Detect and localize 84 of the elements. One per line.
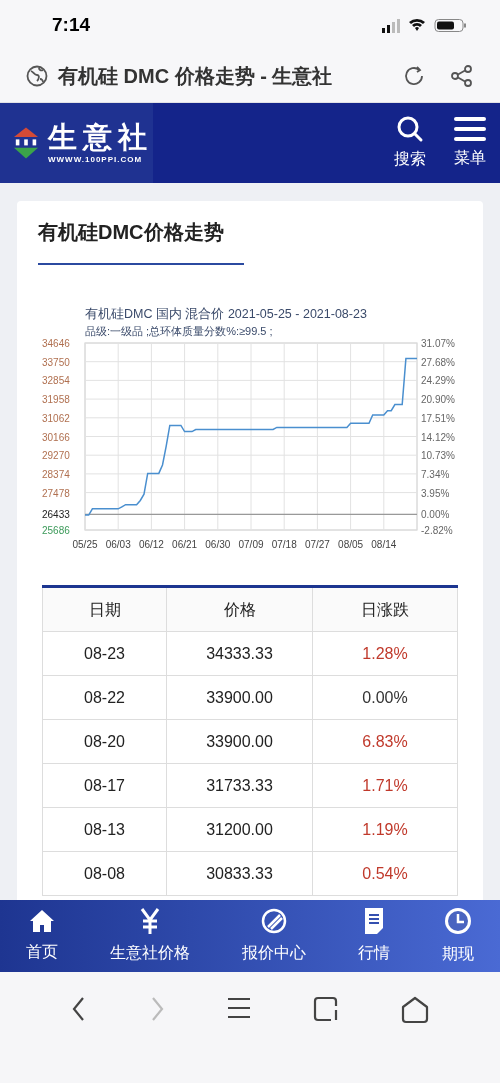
y-axis-label: 33750 — [42, 356, 70, 368]
y-axis-label: 31062 — [42, 412, 70, 424]
date-cell: 08-23 — [43, 632, 167, 676]
percent-axis-label: 20.90% — [421, 394, 455, 406]
yen-icon — [139, 907, 161, 935]
price-cell: 33900.00 — [167, 720, 313, 764]
x-axis-label: 06/30 — [205, 539, 231, 550]
signal-icon — [382, 17, 400, 33]
y-axis-label: 34646 — [42, 338, 70, 349]
percent-axis-label: 0.00% — [421, 509, 450, 521]
globe-icon — [26, 65, 48, 87]
y-axis-label: 30166 — [42, 431, 70, 443]
percent-axis-label: 10.73% — [421, 450, 455, 462]
date-cell: 08-22 — [43, 676, 167, 720]
percent-axis-label: 31.07% — [421, 338, 455, 349]
column-header: 日涨跌 — [313, 588, 458, 632]
tabs-icon[interactable] — [313, 996, 339, 1022]
y-axis-label: 27478 — [42, 487, 70, 499]
x-axis-label: 06/03 — [105, 539, 131, 550]
nav-tab[interactable]: 首页 — [26, 908, 58, 964]
x-axis-label: 06/12 — [138, 539, 164, 550]
chart-subtitle: 品级:一级品 ;总环体质量分数%:≥99.5 ; — [85, 325, 273, 337]
home-icon[interactable] — [401, 996, 429, 1024]
x-axis-label: 07/27 — [304, 539, 330, 550]
change-cell: 0.54% — [313, 852, 458, 896]
share-icon[interactable] — [450, 64, 474, 88]
x-axis-label: 06/21 — [172, 539, 198, 550]
change-cell: 0.00% — [313, 676, 458, 720]
percent-axis-label: 7.34% — [421, 468, 450, 480]
date-cell: 08-08 — [43, 852, 167, 896]
percent-axis-label: 17.51% — [421, 412, 455, 424]
percent-axis-label: 3.95% — [421, 487, 450, 499]
y-axis-label: 25686 — [42, 525, 70, 536]
price-cell: 31200.00 — [167, 808, 313, 852]
percent-axis-label: 27.68% — [421, 356, 455, 368]
y-axis-label: 32854 — [42, 375, 70, 387]
card-title: 有机硅DMC价格走势 — [38, 221, 224, 243]
price-cell: 33900.00 — [167, 676, 313, 720]
change-cell: 1.28% — [313, 632, 458, 676]
percent-axis-label: 14.12% — [421, 431, 455, 443]
home-icon — [29, 908, 55, 934]
x-axis-label: 05/25 — [72, 539, 98, 550]
x-axis-label: 07/09 — [238, 539, 264, 550]
date-cell: 08-17 — [43, 764, 167, 808]
wifi-icon — [408, 18, 426, 32]
chart-title: 有机硅DMC 国内 混合价 2021-05-25 - 2021-08-23 — [85, 307, 367, 321]
menu-icon — [454, 116, 486, 142]
nav-tab[interactable]: 期现 — [442, 906, 474, 966]
menu-icon[interactable] — [227, 996, 251, 1020]
column-header: 日期 — [43, 588, 167, 632]
status-time: 7:14 — [52, 12, 91, 37]
y-axis-label: 29270 — [42, 450, 70, 462]
change-cell: 6.83% — [313, 720, 458, 764]
battery-icon — [434, 18, 466, 32]
percent-axis-label: 24.29% — [421, 375, 455, 387]
clock-icon — [443, 906, 473, 936]
nav-tab[interactable]: 行情 — [358, 907, 390, 965]
x-axis-label: 08/05 — [338, 539, 364, 550]
menu-button[interactable]: 菜单 — [454, 116, 486, 170]
x-axis-label: 08/14 — [371, 539, 397, 550]
page-title: 有机硅 DMC 价格走势 - 生意社 — [58, 64, 334, 89]
nav-tab[interactable]: 报价中心 — [242, 907, 306, 965]
back-icon[interactable] — [71, 996, 87, 1022]
slashed-circle-icon — [260, 907, 288, 935]
price-cell: 31733.33 — [167, 764, 313, 808]
percent-axis-label: -2.82% — [421, 525, 453, 536]
date-cell: 08-20 — [43, 720, 167, 764]
x-axis-label: 07/18 — [271, 539, 297, 550]
logo-name: 生意社 — [48, 120, 153, 154]
date-cell: 08-13 — [43, 808, 167, 852]
price-cell: 30833.33 — [167, 852, 313, 896]
change-cell: 1.19% — [313, 808, 458, 852]
y-axis-label: 26433 — [42, 509, 70, 521]
document-icon — [362, 907, 386, 935]
column-header: 价格 — [167, 588, 313, 632]
y-axis-label: 28374 — [42, 468, 70, 480]
y-axis-label: 31958 — [42, 394, 70, 406]
search-button[interactable]: 搜索 — [394, 115, 426, 171]
logo-url: WWWW.100PPI.COM — [48, 154, 144, 166]
reload-icon[interactable] — [402, 64, 426, 88]
nav-tab[interactable]: 生意社价格 — [110, 907, 190, 965]
price-cell: 34333.33 — [167, 632, 313, 676]
search-icon — [396, 115, 424, 143]
change-cell: 1.71% — [313, 764, 458, 808]
